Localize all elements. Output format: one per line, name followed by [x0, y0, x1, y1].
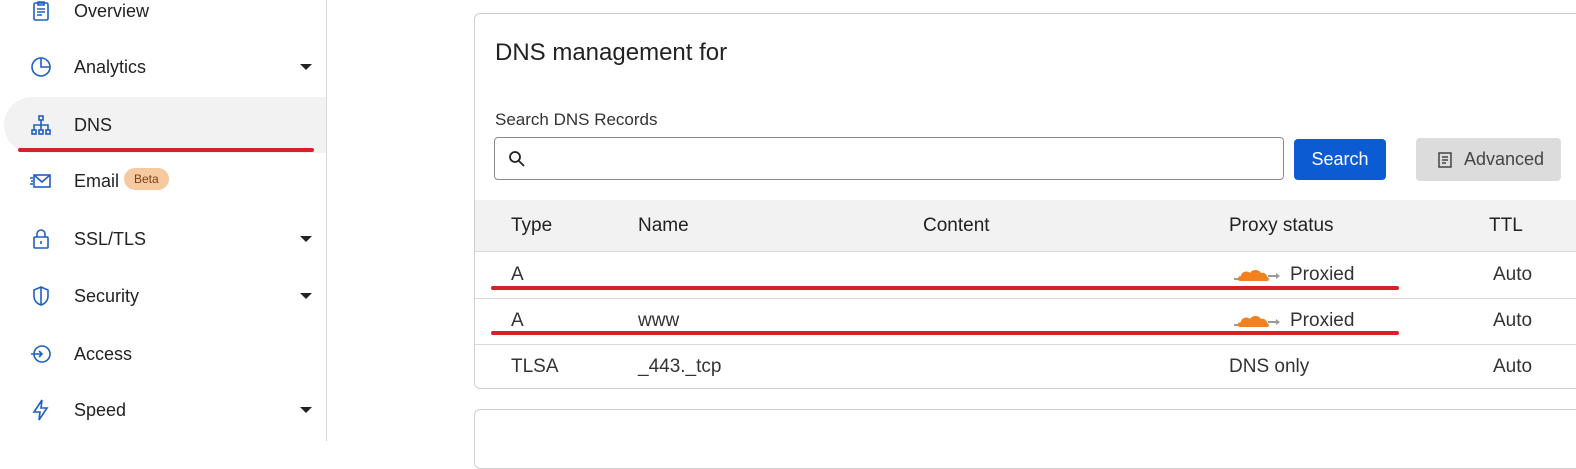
proxy-status[interactable]: Proxied — [1290, 264, 1354, 286]
cell-name: _443._tcp — [638, 356, 722, 377]
sidebar-item-ssl-tls[interactable]: SSL/TLS — [4, 211, 326, 267]
sidebar-item-security[interactable]: Security — [4, 268, 326, 324]
shield-icon — [28, 283, 54, 309]
chevron-down-icon[interactable] — [300, 293, 312, 299]
clipboard-icon — [28, 0, 54, 24]
sidebar-item-email[interactable]: Email Beta — [4, 153, 326, 209]
cloud-proxied-icon — [1234, 316, 1280, 327]
chevron-down-icon[interactable] — [300, 236, 312, 242]
search-label: Search DNS Records — [495, 110, 658, 129]
column-header-name[interactable]: Name — [638, 215, 689, 237]
cell-type: TLSA — [511, 356, 559, 377]
page-title: DNS management for — [495, 39, 728, 66]
chevron-down-icon[interactable] — [300, 64, 312, 70]
search-icon — [507, 149, 527, 169]
table-row[interactable]: A Proxied Auto — [475, 252, 1576, 299]
sidebar-item-overview[interactable]: Overview — [4, 0, 326, 39]
lock-icon — [28, 226, 54, 252]
cell-ttl: Auto — [1493, 356, 1533, 377]
search-input[interactable] — [535, 144, 1269, 174]
sidebar: Overview Analytics DNS Email Beta SSL/TL… — [0, 0, 327, 441]
table-header: Type Name Content Proxy status TTL — [475, 200, 1576, 252]
sidebar-item-label: Overview — [74, 0, 150, 21]
sidebar-item-label: Speed — [74, 399, 127, 420]
table-row[interactable]: TLSA _443._tcp DNS only Auto — [475, 344, 1576, 390]
cell-type: A — [511, 310, 524, 331]
sidebar-item-speed[interactable]: Speed — [4, 382, 326, 438]
sidebar-item-label: Analytics — [74, 56, 147, 77]
annotation-underline-row-2 — [491, 331, 1399, 335]
sidebar-item-dns[interactable]: DNS — [4, 97, 326, 153]
cell-name: www — [638, 310, 680, 331]
sidebar-item-label: Security — [74, 285, 140, 306]
cloud-proxied-icon — [1234, 270, 1280, 281]
sidebar-item-analytics[interactable]: Analytics — [4, 39, 326, 95]
advanced-button-label: Advanced — [1464, 149, 1545, 169]
pie-chart-icon — [28, 54, 54, 80]
access-icon — [28, 341, 54, 367]
chevron-down-icon[interactable] — [300, 407, 312, 413]
search-box[interactable] — [494, 137, 1284, 180]
advanced-button[interactable]: Advanced — [1416, 138, 1561, 181]
annotation-underline-row-1 — [491, 286, 1399, 290]
beta-badge: Beta — [124, 168, 169, 190]
sidebar-item-label: Email — [74, 170, 120, 191]
proxy-status[interactable]: DNS only — [1229, 356, 1309, 378]
search-button[interactable]: Search — [1294, 139, 1386, 180]
lightning-icon — [28, 397, 54, 423]
column-header-type[interactable]: Type — [511, 215, 552, 237]
sidebar-item-label: Access — [74, 343, 133, 364]
table-body: A Proxied Auto A www Proxied Auto TLSA _… — [475, 252, 1576, 390]
envelope-icon — [28, 168, 54, 194]
network-icon — [28, 112, 54, 138]
table-row[interactable]: A www Proxied Auto — [475, 298, 1576, 345]
annotation-underline-dns — [18, 148, 314, 152]
sidebar-item-access[interactable]: Access — [4, 326, 326, 382]
column-header-content[interactable]: Content — [923, 215, 990, 237]
cell-ttl: Auto — [1493, 310, 1533, 331]
cell-ttl: Auto — [1493, 264, 1533, 285]
column-header-proxy-status[interactable]: Proxy status — [1229, 215, 1334, 237]
cell-type: A — [511, 264, 524, 285]
sidebar-item-label: DNS — [74, 114, 113, 135]
next-card — [474, 409, 1576, 469]
proxy-status[interactable]: Proxied — [1290, 310, 1354, 332]
sidebar-item-label: SSL/TLS — [74, 228, 147, 249]
column-header-ttl[interactable]: TTL — [1489, 215, 1523, 237]
notebook-icon — [1436, 151, 1454, 169]
